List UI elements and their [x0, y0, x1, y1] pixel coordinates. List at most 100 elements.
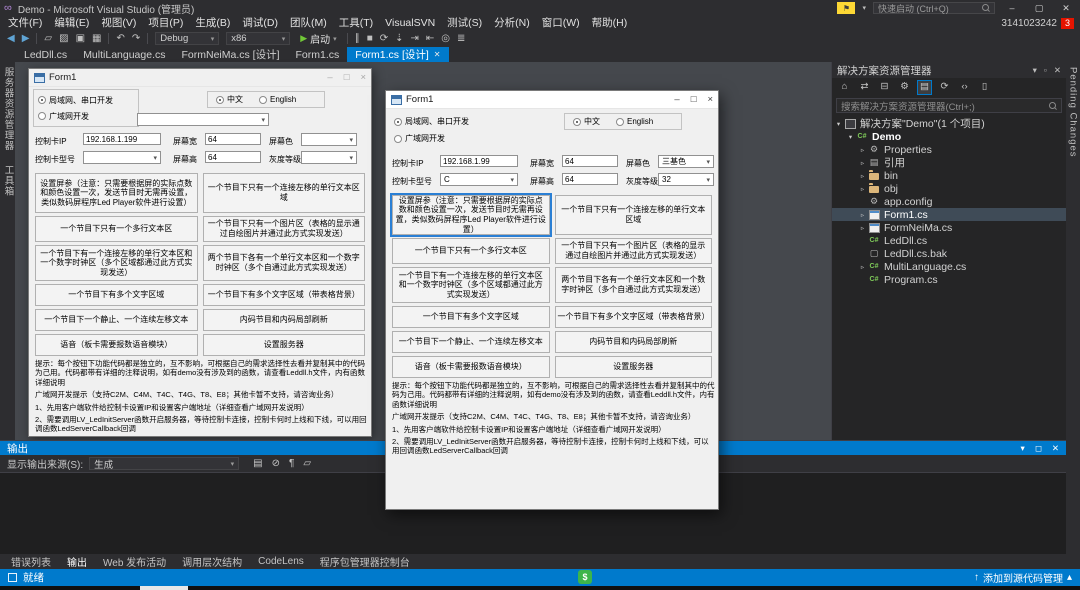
- gray-level-combobox[interactable]: ▾: [301, 151, 357, 164]
- close-icon[interactable]: ✕: [1052, 443, 1059, 454]
- chevron-collapsed-icon[interactable]: ▹: [858, 172, 867, 180]
- menu-n-10[interactable]: 分析(N): [488, 16, 536, 30]
- form-button[interactable]: 一个节目下有多个文字区域（带表格背景）: [203, 284, 366, 306]
- form-button[interactable]: 语音（板卡需要报数语音模块）: [392, 356, 550, 378]
- chevron-expanded-icon[interactable]: ▾: [834, 120, 843, 128]
- form-button[interactable]: 一个节目下有多个文字区域: [35, 284, 198, 306]
- nav-back-icon[interactable]: ◀: [7, 34, 15, 44]
- step-out-icon[interactable]: ⇤: [426, 34, 434, 44]
- chevron-collapsed-icon[interactable]: ▹: [858, 263, 867, 271]
- find-in-files-icon[interactable]: ◎: [441, 34, 450, 44]
- bottom-tab-codelens[interactable]: CodeLens: [250, 556, 312, 567]
- solution-config-combobox[interactable]: Debug▾: [155, 32, 219, 45]
- control-model-combobox[interactable]: C▾: [440, 173, 518, 186]
- open-file-icon[interactable]: ▨: [59, 34, 68, 44]
- radio-lan-serial[interactable]: 局域网、串口开发: [394, 116, 492, 127]
- form-button[interactable]: 两个节目下各有一个单行文本区和一个数字时钟区（多个自通过此方式实现发送）: [555, 267, 713, 303]
- refresh-icon[interactable]: ⟳: [938, 81, 951, 94]
- chevron-expanded-icon[interactable]: ▾: [846, 133, 855, 141]
- form-button[interactable]: 内码节目和内码局部刷新: [555, 331, 713, 353]
- platform-combobox[interactable]: x86▾: [226, 32, 290, 45]
- menu-t-7[interactable]: 工具(T): [333, 16, 379, 30]
- word-wrap-icon[interactable]: ¶: [289, 458, 294, 469]
- close-button[interactable]: ✕: [1056, 3, 1076, 14]
- form-button[interactable]: 一个节目下一个静止、一个连续左移文本: [35, 309, 198, 331]
- tree-item-formneima-cs[interactable]: ▹FormNeiMa.cs: [832, 221, 1066, 234]
- form-close-button[interactable]: ×: [707, 94, 713, 105]
- tab-multilanguage-cs[interactable]: MultiLanguage.cs: [75, 47, 173, 62]
- form-minimize-button[interactable]: –: [327, 72, 332, 83]
- output-source-combobox[interactable]: 生成 ▾: [89, 457, 239, 470]
- form-button[interactable]: 内码节目和内码局部刷新: [203, 309, 366, 331]
- restart-icon[interactable]: ⟳: [380, 34, 388, 44]
- bottom-tab-item[interactable]: 调用层次结构: [174, 554, 250, 569]
- toolwindow-options-icon[interactable]: ▾: [1021, 443, 1025, 454]
- form-button[interactable]: 设置服务器: [203, 334, 366, 356]
- break-all-icon[interactable]: ∥: [355, 34, 360, 44]
- chevron-collapsed-icon[interactable]: ▹: [858, 185, 867, 193]
- menu-m-6[interactable]: 团队(M): [284, 16, 333, 30]
- bottom-tab-web[interactable]: Web 发布活动: [95, 554, 174, 569]
- form-button[interactable]: 一个节目下有多个文字区域（带表格背景）: [555, 306, 713, 328]
- new-file-icon[interactable]: ▱: [44, 34, 52, 44]
- form-maximize-button[interactable]: □: [344, 72, 350, 83]
- form-button[interactable]: 设置服务器: [555, 356, 713, 378]
- tree-item-bin[interactable]: ▹bin: [832, 169, 1066, 182]
- nav-forward-icon[interactable]: ▶: [22, 34, 30, 44]
- tab-formneima-cs[interactable]: FormNeiMa.cs [设计]: [174, 47, 288, 62]
- form-minimize-button[interactable]: –: [674, 94, 679, 105]
- tree-item-leddll-cs[interactable]: C#LedDll.cs: [832, 234, 1066, 247]
- maximize-button[interactable]: ▢: [1029, 3, 1049, 14]
- redo-icon[interactable]: ↷: [132, 34, 140, 44]
- form-button[interactable]: 一个节目下只有一个图片区（表格的显示通过自绘图片并通过此方式实现发送）: [203, 216, 366, 242]
- radio-chinese[interactable]: 中文: [573, 116, 600, 127]
- tree-item-program-cs[interactable]: C#Program.cs: [832, 273, 1066, 286]
- flag-caret-icon[interactable]: ▾: [862, 4, 866, 12]
- form-button[interactable]: 设置屏参（注意：只需要根据屏的实际点数和颜色设置一次，发送节目时无需再设置，类似…: [392, 195, 550, 235]
- solution-search-input[interactable]: 搜索解决方案资源管理器(Ctrl+;): [836, 98, 1062, 113]
- tree-item-app-config[interactable]: ⚙app.config: [832, 195, 1066, 208]
- tree-item-properties[interactable]: ▹⚙Properties: [832, 143, 1066, 156]
- tree-item-leddll-cs-bak[interactable]: ▢LedDll.cs.bak: [832, 247, 1066, 260]
- bottom-tab-item[interactable]: 输出: [59, 554, 95, 569]
- screen-width-input[interactable]: [562, 155, 618, 167]
- screen-height-input[interactable]: [562, 173, 618, 185]
- radio-wan[interactable]: 广域网开发: [38, 111, 134, 122]
- radio-wan[interactable]: 广域网开发: [394, 133, 492, 144]
- radio-english[interactable]: English: [616, 117, 653, 126]
- form-button[interactable]: 一个节目下只有一个连接左移的单行文本区域: [555, 195, 713, 235]
- screen-color-combobox[interactable]: 三基色▾: [658, 155, 714, 168]
- chevron-collapsed-icon[interactable]: ▹: [858, 224, 867, 232]
- floating-app-icon[interactable]: $: [578, 570, 592, 584]
- menu-b-4[interactable]: 生成(B): [189, 16, 236, 30]
- step-over-icon[interactable]: ⇥: [411, 34, 419, 44]
- form-button[interactable]: 一个节目下只有一个连接左移的单行文本区域: [203, 173, 366, 213]
- screen-width-input[interactable]: [205, 133, 261, 145]
- radio-chinese[interactable]: 中文: [216, 94, 243, 105]
- control-ip-input[interactable]: [440, 155, 518, 167]
- start-debug-button[interactable]: ▶启动▾: [297, 31, 339, 46]
- tree-item-multilanguage-cs[interactable]: ▹C#MultiLanguage.cs: [832, 260, 1066, 273]
- form-button[interactable]: 一个节目下有一个连接左移的单行文本区和一个数字时钟区（多个区域都通过此方式实现发…: [392, 267, 550, 303]
- tree-item-item[interactable]: ▹▤引用: [832, 156, 1066, 169]
- toolbar-options-icon[interactable]: ≣: [457, 34, 465, 44]
- tab-form1-cs[interactable]: Form1.cs: [288, 47, 348, 62]
- quick-launch-box[interactable]: 快速启动 (Ctrl+Q): [873, 2, 995, 14]
- save-all-icon[interactable]: ▦: [92, 34, 101, 44]
- menu-p-3[interactable]: 项目(P): [142, 16, 189, 30]
- screen-height-input[interactable]: [205, 151, 261, 163]
- stop-icon[interactable]: ■: [367, 34, 373, 44]
- form-button[interactable]: 一个节目下只有一个多行文本区: [35, 216, 198, 242]
- properties-icon[interactable]: ⚙: [898, 81, 911, 94]
- form-button[interactable]: 一个节目下一个静止、一个连续左移文本: [392, 331, 550, 353]
- menu-f-0[interactable]: 文件(F): [2, 16, 48, 30]
- tree-item-demo-1[interactable]: ▾解决方案"Demo"(1 个项目): [832, 117, 1066, 130]
- form-title-bar[interactable]: Form1 – □ ×: [386, 91, 718, 109]
- solution-tree[interactable]: ▾解决方案"Demo"(1 个项目)▾C#Demo▹⚙Properties▹▤引…: [832, 116, 1066, 440]
- notifications-flag-icon[interactable]: ⚑: [837, 2, 855, 14]
- tab-leddll-cs[interactable]: LedDll.cs: [16, 47, 75, 62]
- switch-views-icon[interactable]: ⇄: [858, 81, 871, 94]
- form-button[interactable]: 语音（板卡需要报数语音模块）: [35, 334, 198, 356]
- chevron-collapsed-icon[interactable]: ▹: [858, 211, 867, 219]
- solution-explorer-header[interactable]: 解决方案资源管理器 ▾▫✕: [832, 62, 1066, 78]
